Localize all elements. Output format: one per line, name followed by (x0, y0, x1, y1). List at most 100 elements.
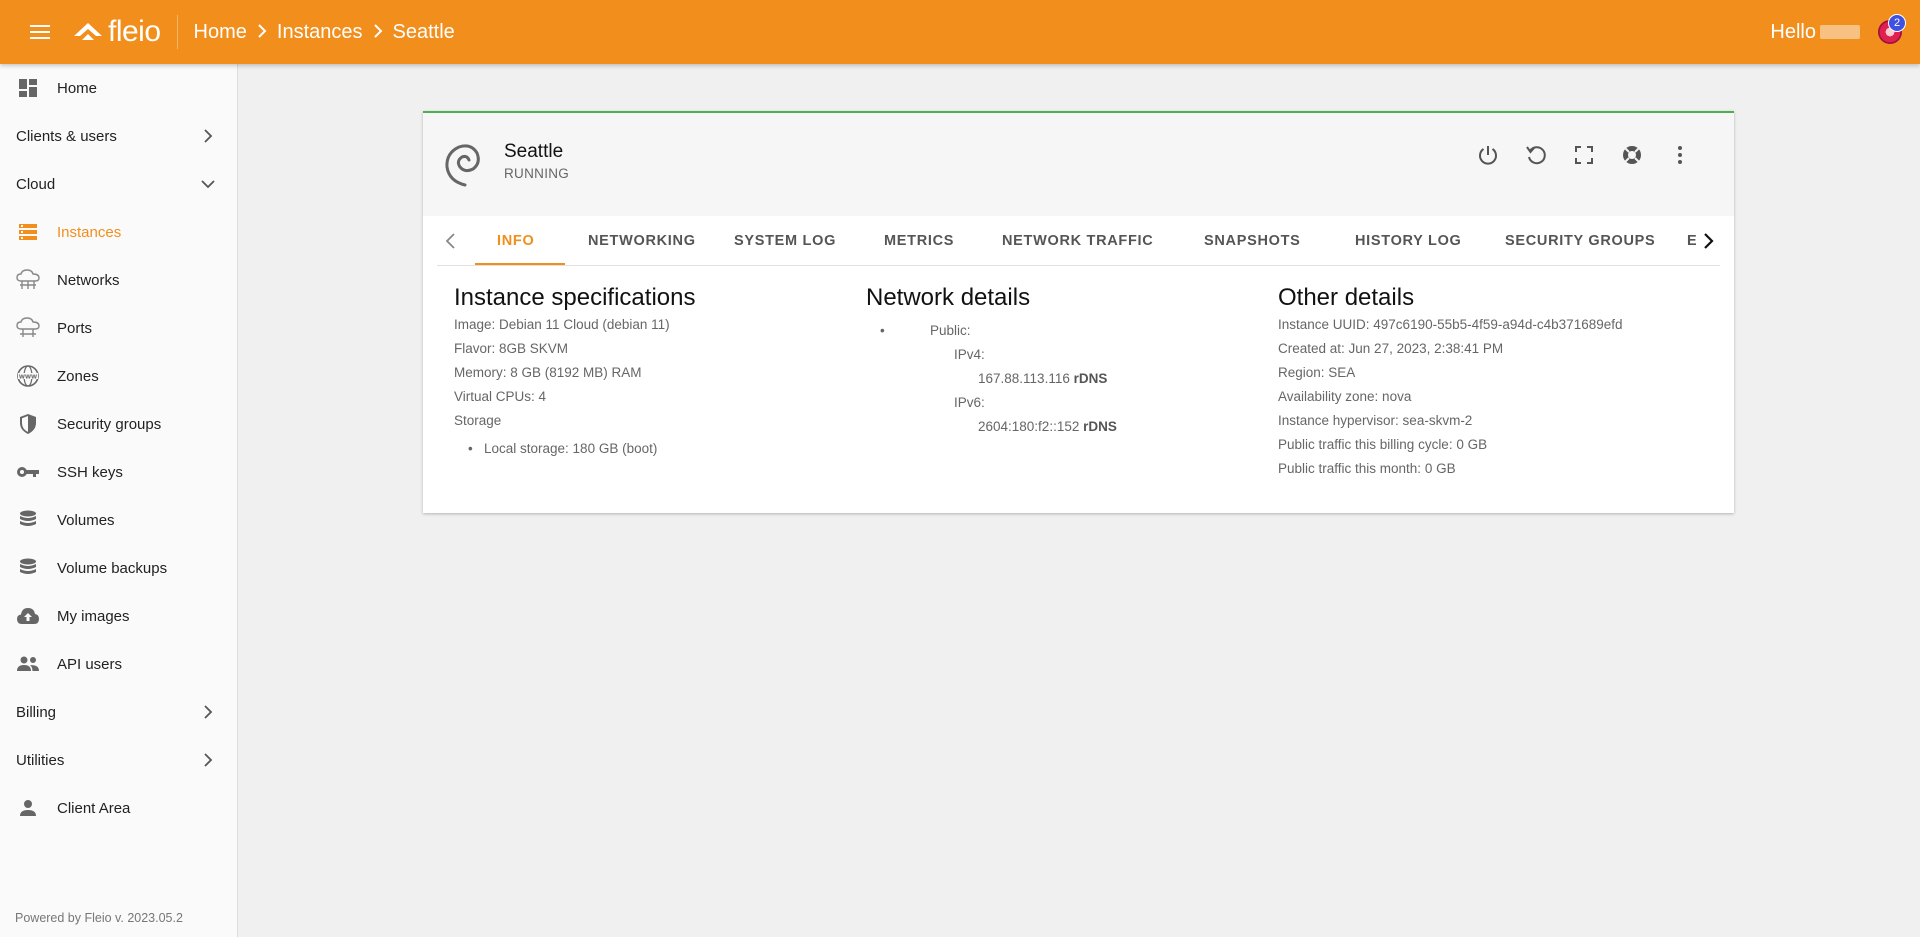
sidebar-item-label: Utilities (16, 751, 65, 769)
chevron-right-icon (204, 705, 213, 719)
other-hypervisor: Instance hypervisor: sea-skvm-2 (1278, 413, 1473, 428)
sidebar-item-home[interactable]: Home (0, 64, 238, 112)
www-globe-icon: WWW (15, 363, 41, 389)
tab-snapshots[interactable]: SNAPSHOTS (1204, 216, 1301, 265)
sidebar-item-clients-users[interactable]: Clients & users (0, 112, 238, 160)
public-label: Public: (930, 323, 971, 338)
sidebar-item-ssh-keys[interactable]: SSH keys (0, 448, 238, 496)
section-title: Network details (866, 284, 1031, 311)
sidebar: Home Clients & users Cloud Instances Net… (0, 64, 238, 937)
ipv4-row: 167.88.113.116 rDNS (866, 367, 1117, 391)
rescue-icon[interactable] (1620, 143, 1644, 167)
sidebar-item-label: Home (57, 79, 98, 97)
other-created: Created at: Jun 27, 2023, 2:38:41 PM (1278, 341, 1504, 356)
fleio-logo[interactable]: fleio (72, 15, 161, 49)
chevron-right-icon[interactable] (1696, 229, 1720, 253)
menu-icon[interactable] (20, 12, 60, 52)
spec-storage-label: Storage (454, 413, 502, 428)
spec-image: Image: Debian 11 Cloud (debian 11) (454, 317, 670, 332)
other-region: Region: SEA (1278, 365, 1356, 380)
tab-info[interactable]: INFO (497, 216, 534, 265)
fullscreen-icon[interactable] (1572, 143, 1596, 167)
database-icon (15, 555, 41, 581)
tab-system-log[interactable]: SYSTEM LOG (734, 216, 836, 265)
tab-history-log[interactable]: HISTORY LOG (1355, 216, 1462, 265)
sidebar-item-billing[interactable]: Billing (0, 688, 238, 736)
active-tab-indicator (475, 263, 565, 265)
power-icon[interactable] (1476, 143, 1500, 167)
section-title: Instance specifications (454, 284, 696, 311)
sidebar-item-api-users[interactable]: API users (0, 640, 238, 688)
tab-networking[interactable]: NETWORKING (588, 216, 696, 265)
breadcrumb: Home Instances Seattle (194, 21, 455, 44)
person-icon (15, 795, 41, 821)
people-icon (15, 651, 41, 677)
instance-name: Seattle (504, 141, 564, 162)
sidebar-item-label: Security groups (57, 415, 162, 433)
sidebar-item-label: Cloud (16, 175, 56, 193)
notification-badge[interactable]: 2 (1888, 14, 1906, 32)
ipv6-rdns-link[interactable]: rDNS (1083, 419, 1117, 434)
instance-actions (1452, 143, 1692, 167)
breadcrumb-home[interactable]: Home (194, 21, 247, 44)
instance-specifications: Instance specifications Image: Debian 11… (454, 283, 695, 461)
top-app-bar: fleio Home Instances Seattle Hello 2 (0, 0, 1920, 64)
sidebar-item-label: Volume backups (57, 559, 168, 577)
sidebar-item-volumes[interactable]: Volumes (0, 496, 238, 544)
ipv4-rdns-link[interactable]: rDNS (1074, 371, 1108, 386)
sidebar-item-label: API users (57, 655, 123, 673)
tab-metrics[interactable]: METRICS (884, 216, 954, 265)
server-icon (15, 219, 41, 245)
restart-icon[interactable] (1524, 143, 1548, 167)
more-vert-icon[interactable] (1668, 143, 1692, 167)
breadcrumb-instances[interactable]: Instances (277, 21, 363, 44)
chevron-left-icon[interactable] (439, 229, 463, 253)
sidebar-item-label: Volumes (57, 511, 115, 529)
network-details: Network details Public: IPv4: 167.88.113… (866, 283, 1117, 439)
sidebar-item-networks[interactable]: Networks (0, 256, 238, 304)
sidebar-item-zones[interactable]: WWW Zones (0, 352, 238, 400)
section-title: Other details (1278, 284, 1415, 311)
ipv6-row: 2604:180:f2::152 rDNS (866, 415, 1117, 439)
key-icon (15, 459, 41, 485)
chevron-right-icon (204, 129, 213, 143)
sidebar-item-label: Networks (57, 271, 120, 289)
instance-status: RUNNING (504, 166, 570, 181)
database-icon (15, 507, 41, 533)
chevron-right-icon (373, 21, 383, 44)
breadcrumb-current: Seattle (392, 20, 455, 43)
fleio-logo-icon (74, 23, 102, 40)
spec-memory: Memory: 8 GB (8192 MB) RAM (454, 365, 642, 380)
divider (176, 15, 178, 49)
other-uuid: Instance UUID: 497c6190-55b5-4f59-a94d-c… (1278, 317, 1623, 332)
chevron-down-icon (201, 180, 215, 189)
network-public-label: Public: (866, 319, 1117, 343)
ipv4-label: IPv4: (954, 347, 985, 362)
cloud-upload-icon (15, 603, 41, 629)
tab-network-traffic[interactable]: NETWORK TRAFFIC (1002, 216, 1153, 265)
spec-storage-item: Local storage: 180 GB (boot) (454, 437, 695, 461)
sidebar-item-label: Client Area (57, 799, 131, 817)
debian-swirl-icon (445, 144, 480, 187)
network-cloud-icon (15, 267, 41, 293)
greeting-text: Hello (1770, 20, 1816, 43)
sidebar-item-instances[interactable]: Instances (0, 208, 238, 256)
ipv6-address: 2604:180:f2::152 (978, 419, 1080, 434)
other-details: Other details Instance UUID: 497c6190-55… (1278, 283, 1623, 481)
instance-card: Seattle RUNNING INFO NETWORKING SYSTEM L… (423, 111, 1734, 513)
sidebar-item-volume-backups[interactable]: Volume backups (0, 544, 238, 592)
sidebar-item-label: My images (57, 607, 130, 625)
svg-text:WWW: WWW (19, 374, 37, 380)
sidebar-item-ports[interactable]: Ports (0, 304, 238, 352)
tab-security-groups[interactable]: SECURITY GROUPS (1505, 216, 1655, 265)
sidebar-item-cloud[interactable]: Cloud (0, 160, 238, 208)
sidebar-item-my-images[interactable]: My images (0, 592, 238, 640)
user-greeting[interactable]: Hello (1770, 0, 1860, 64)
sidebar-item-label: Zones (57, 367, 99, 385)
sidebar-item-utilities[interactable]: Utilities (0, 736, 238, 784)
logo-text: fleio (108, 15, 161, 48)
instance-header: Seattle RUNNING (423, 113, 1734, 216)
instance-tabs: INFO NETWORKING SYSTEM LOG METRICS NETWO… (437, 216, 1720, 266)
sidebar-item-security-groups[interactable]: Security groups (0, 400, 238, 448)
sidebar-item-client-area[interactable]: Client Area (0, 784, 238, 832)
